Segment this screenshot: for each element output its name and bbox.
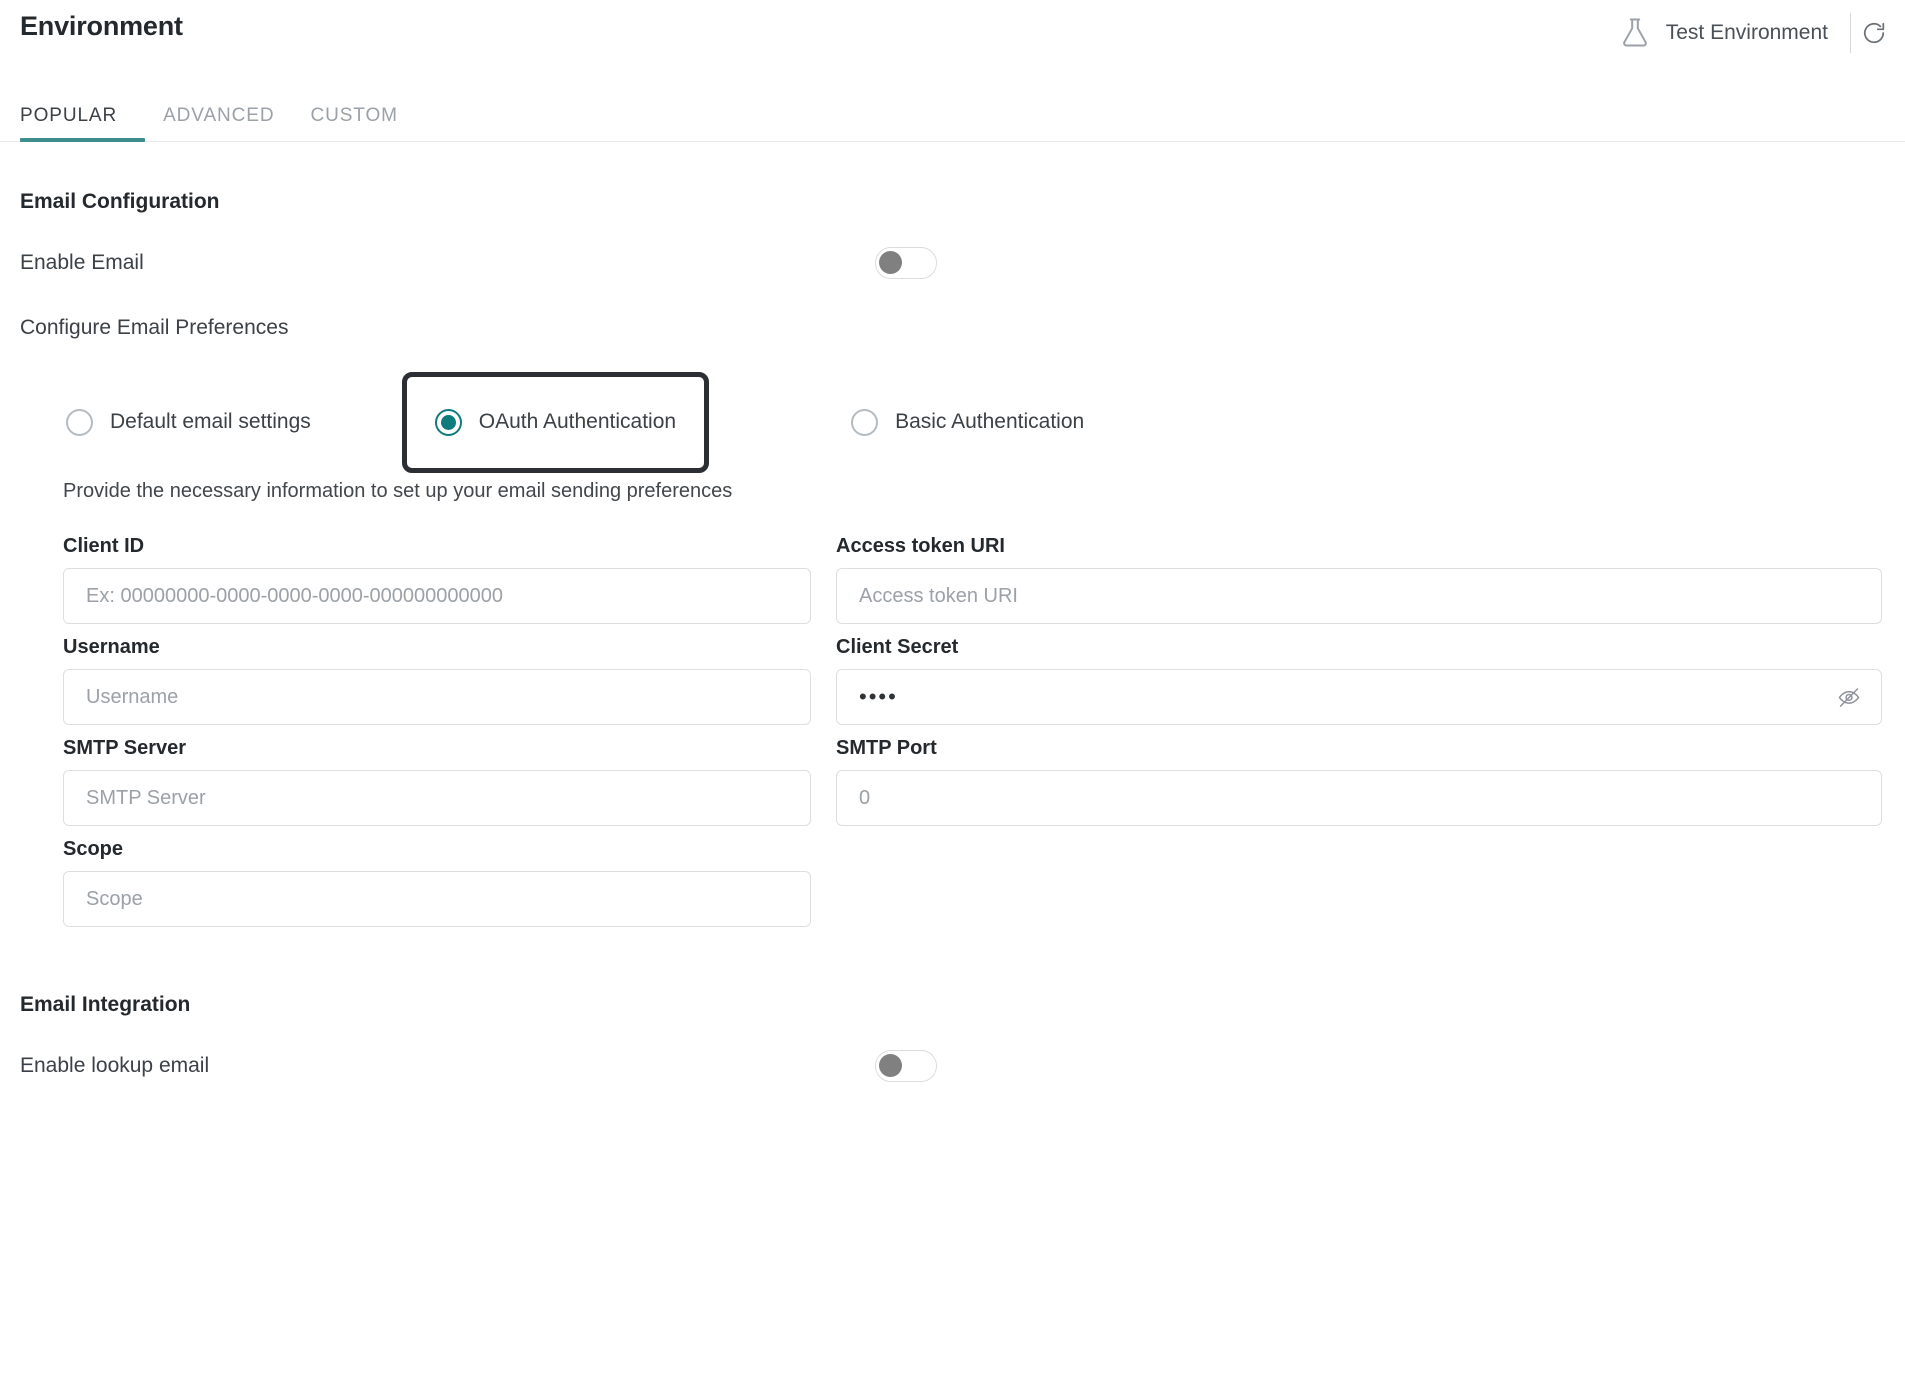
refresh-button[interactable] — [1851, 13, 1897, 53]
smtp-server-input[interactable] — [63, 770, 811, 826]
radio-label-default: Default email settings — [110, 410, 311, 433]
oauth-helper-text: Provide the necessary information to set… — [63, 480, 733, 502]
enable-lookup-email-toggle[interactable] — [875, 1050, 937, 1082]
tab-advanced[interactable]: ADVANCED — [145, 105, 292, 141]
field-access-token-uri: Access token URI — [836, 535, 1882, 624]
input-wrap-smtp-server — [63, 770, 811, 826]
field-smtp-server: SMTP Server — [63, 737, 811, 826]
radio-option-basic-authentication[interactable]: Basic Authentication — [832, 392, 1103, 453]
environment-indicator[interactable]: Test Environment — [1618, 16, 1850, 50]
radio-circle-basic — [851, 408, 879, 436]
enable-email-toggle[interactable] — [875, 247, 937, 279]
environment-label: Test Environment — [1665, 21, 1828, 44]
label-username: Username — [63, 636, 160, 658]
toggle-knob — [879, 251, 902, 274]
radio-circle-oauth — [434, 408, 462, 436]
radio-label-oauth: OAuth Authentication — [478, 410, 677, 433]
settings-content: Email Configuration Enable Email Configu… — [0, 190, 1905, 1082]
smtp-port-input[interactable] — [836, 770, 1882, 826]
page-title: Environment — [20, 11, 183, 41]
radio-circle-default — [66, 408, 93, 436]
client-secret-input[interactable] — [836, 669, 1882, 725]
input-wrap-scope — [63, 871, 811, 927]
label-client-id: Client ID — [63, 535, 145, 557]
input-wrap-access-token-uri — [836, 568, 1882, 624]
eye-slash-icon[interactable] — [1834, 682, 1864, 712]
email-configuration-title: Email Configuration — [20, 190, 220, 213]
scope-input[interactable] — [63, 871, 811, 927]
email-integration-title: Email Integration — [20, 993, 191, 1016]
email-preference-radio-group: Default email settings OAuth Authenticat… — [20, 368, 1885, 476]
tab-popular[interactable]: POPULAR — [20, 105, 146, 142]
field-scope: Scope — [63, 838, 811, 927]
enable-lookup-email-label: Enable lookup email — [20, 1054, 210, 1077]
refresh-icon — [1861, 20, 1887, 46]
label-client-secret: Client Secret — [836, 636, 959, 658]
enable-lookup-email-row: Enable lookup email — [20, 1050, 1885, 1082]
enable-email-row: Enable Email — [20, 247, 1885, 279]
input-wrap-smtp-port — [836, 770, 1882, 826]
form-row-scope: Scope — [63, 838, 1885, 927]
label-smtp-port: SMTP Port — [836, 737, 937, 759]
label-access-token-uri: Access token URI — [836, 535, 1005, 557]
field-username: Username — [63, 636, 811, 725]
access-token-uri-input[interactable] — [836, 568, 1882, 624]
enable-email-label: Enable Email — [20, 251, 144, 274]
input-wrap-client-id — [63, 568, 811, 624]
configure-email-preferences-label: Configure Email Preferences — [20, 316, 289, 339]
tab-custom[interactable]: CUSTOM — [292, 105, 415, 141]
header-actions: Test Environment — [1618, 13, 1905, 53]
field-client-secret: Client Secret — [836, 636, 1882, 725]
field-smtp-port: SMTP Port — [836, 737, 1882, 826]
tab-bar: POPULAR ADVANCED CUSTOM — [0, 92, 1905, 142]
toggle-knob — [879, 1054, 902, 1077]
input-wrap-username — [63, 669, 811, 725]
label-smtp-server: SMTP Server — [63, 737, 187, 759]
form-row-username-secret: Username Client Secret — [63, 636, 1885, 725]
radio-label-basic: Basic Authentication — [895, 410, 1085, 433]
client-id-input[interactable] — [63, 568, 811, 624]
username-input[interactable] — [63, 669, 811, 725]
label-scope: Scope — [63, 838, 124, 860]
oauth-form: Client ID Access token URI Username — [20, 535, 1885, 927]
flask-icon — [1618, 16, 1652, 50]
field-client-id: Client ID — [63, 535, 811, 624]
page-header: Environment Test Environment — [0, 0, 1905, 62]
form-row-client-id: Client ID Access token URI — [63, 535, 1885, 624]
radio-option-default-email-settings[interactable]: Default email settings — [47, 392, 330, 453]
input-wrap-client-secret — [836, 669, 1882, 725]
form-row-smtp: SMTP Server SMTP Port — [63, 737, 1885, 826]
radio-option-oauth-authentication[interactable]: OAuth Authentication — [401, 371, 710, 473]
